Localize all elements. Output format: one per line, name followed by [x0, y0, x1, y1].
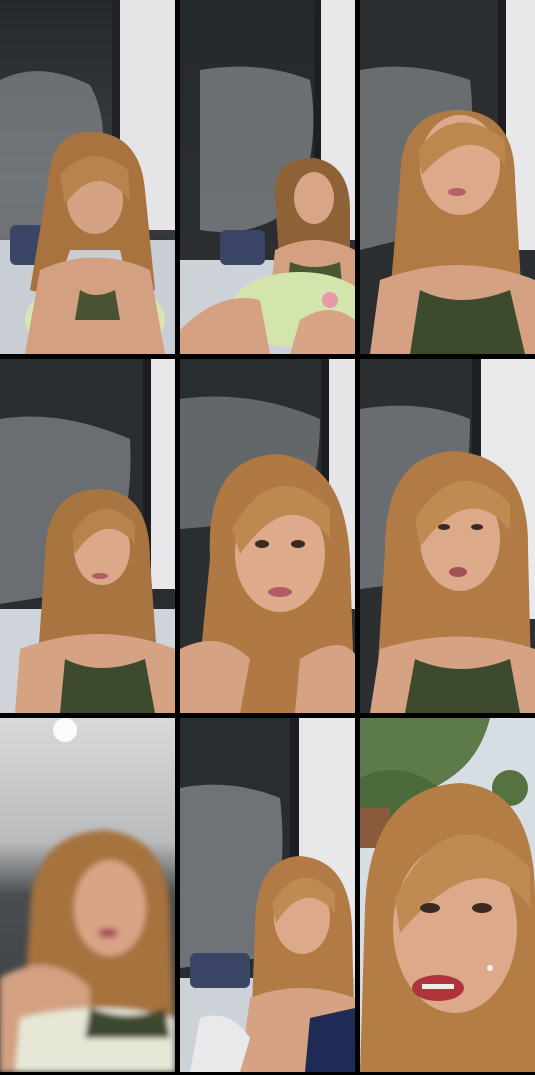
photo-2-image: [180, 0, 355, 354]
photo-frame-4: [0, 359, 175, 713]
photo-6-image: [360, 359, 535, 713]
photo-frame-7: [0, 718, 175, 1072]
photo-3-image: [360, 0, 535, 354]
photo-frame-3: [360, 0, 535, 354]
photo-frame-8: [180, 718, 355, 1072]
photo-5-image: [180, 359, 355, 713]
photo-9-image: [360, 718, 535, 1072]
photo-frame-9: [360, 718, 535, 1072]
photo-1-image: [0, 0, 175, 354]
photo-8-image: [180, 718, 355, 1072]
photo-frame-2: [180, 0, 355, 354]
photo-frame-5: [180, 359, 355, 713]
photo-frame-6: [360, 359, 535, 713]
photo-4-image: [0, 359, 175, 713]
photo-frame-1: [0, 0, 175, 354]
photo-7-image: [0, 718, 175, 1072]
photo-collage-grid: [0, 0, 535, 1075]
